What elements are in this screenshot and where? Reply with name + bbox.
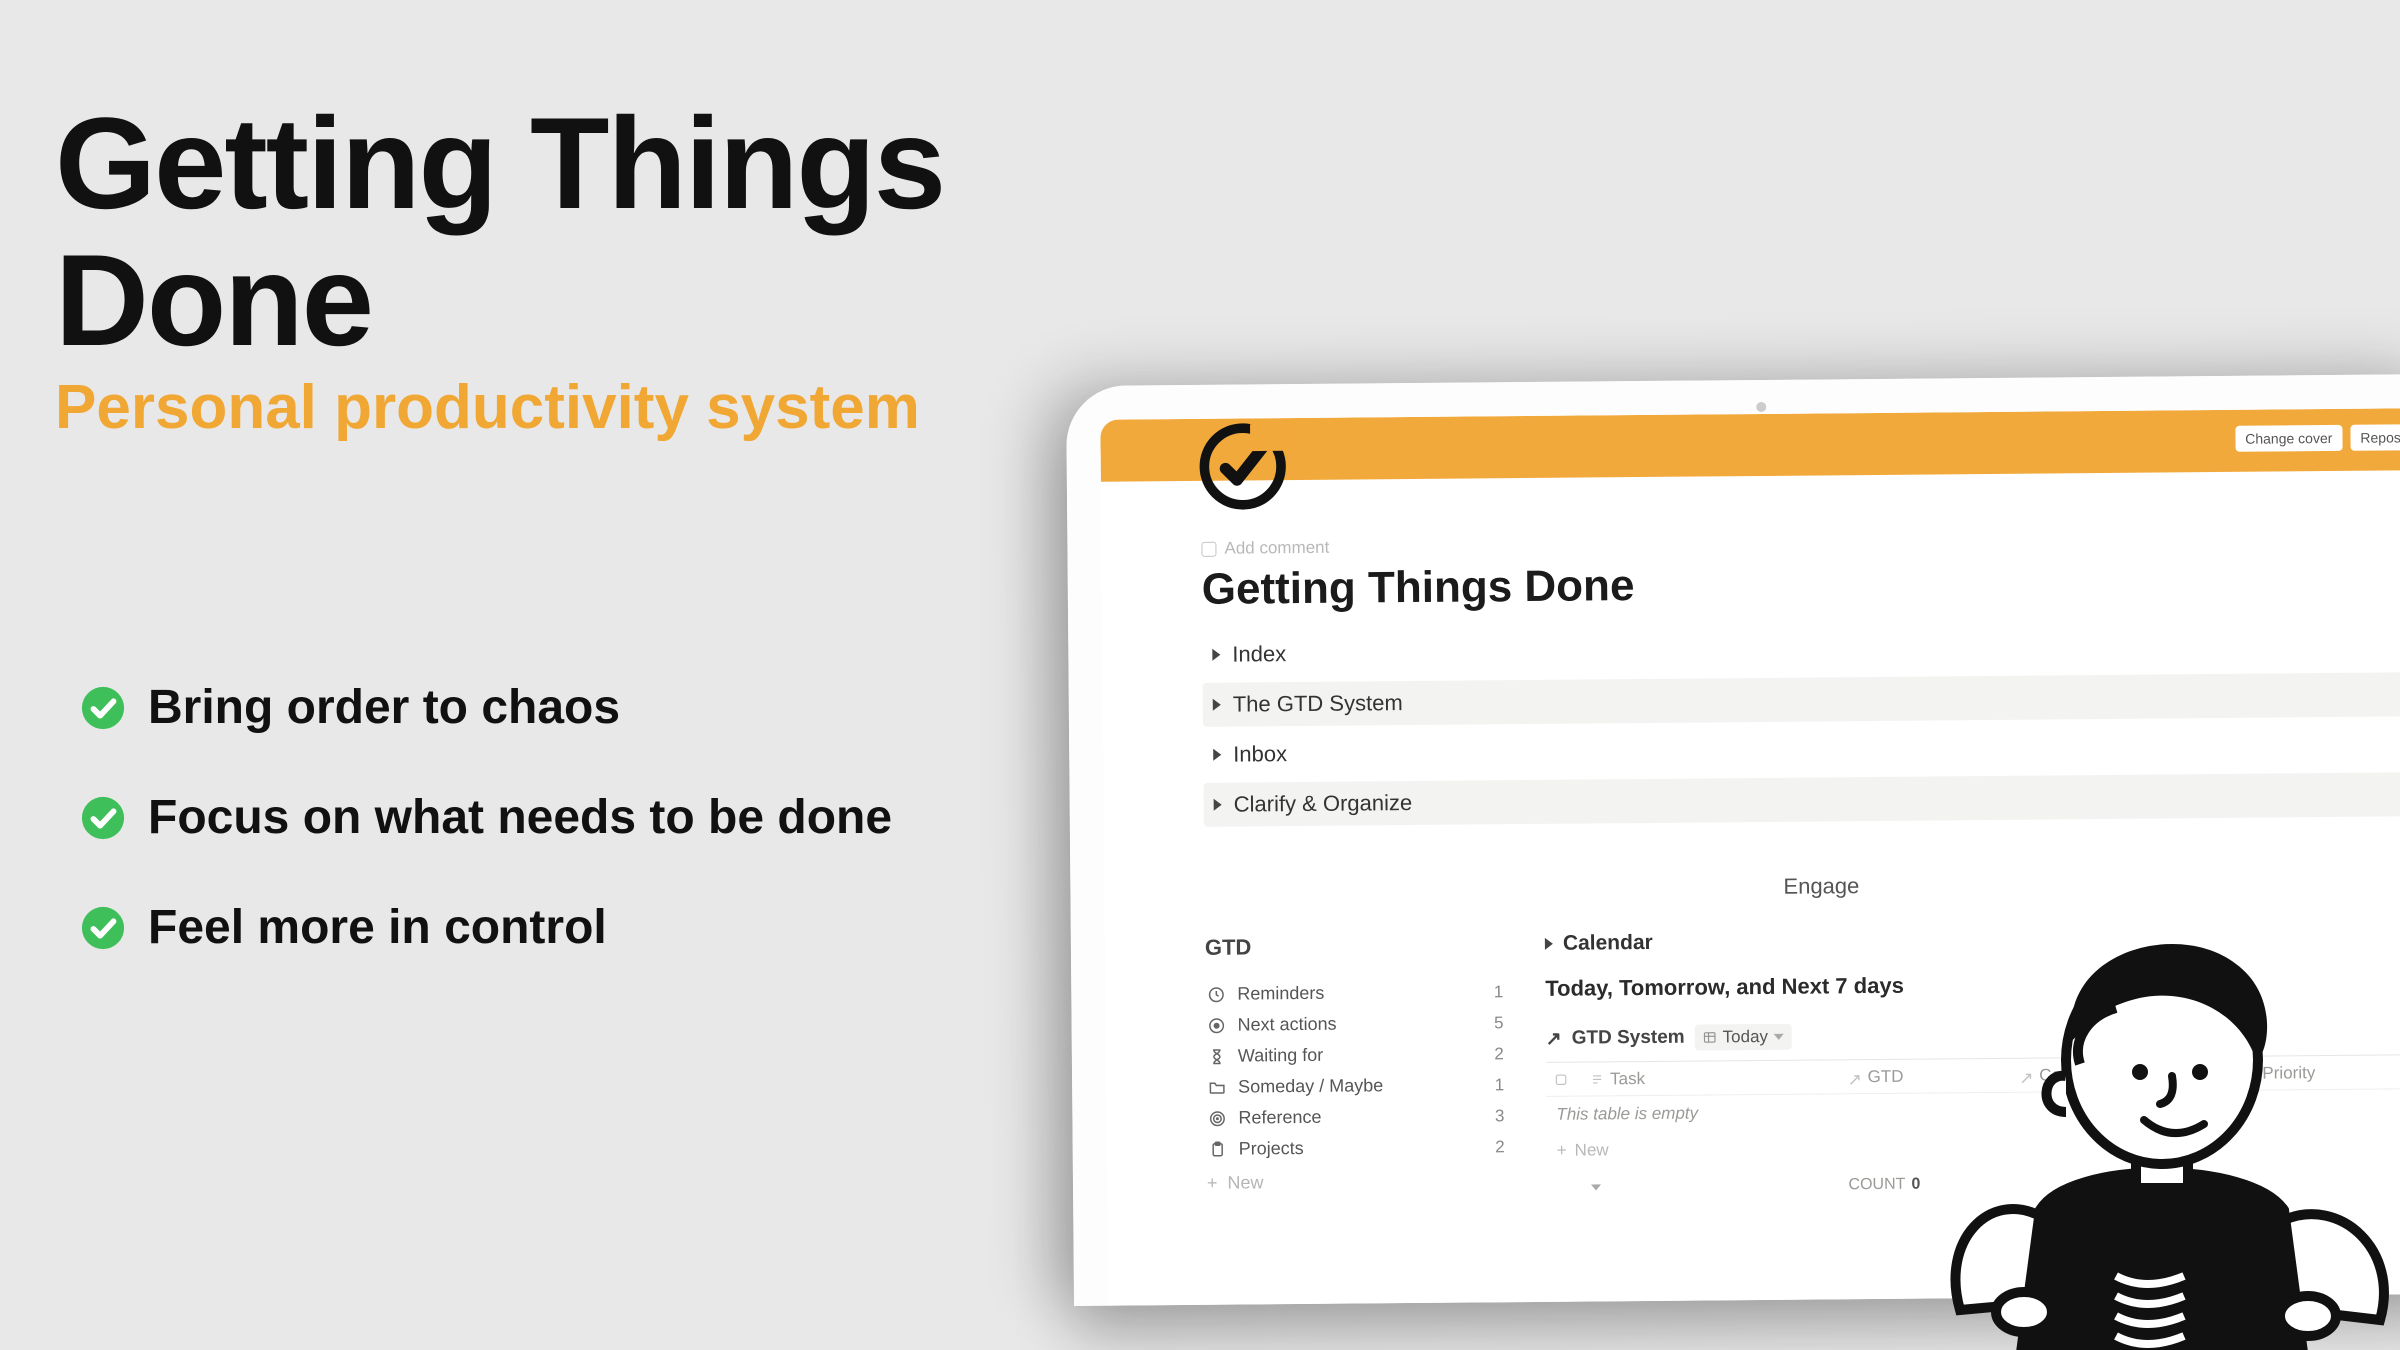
page-check-icon[interactable] [1196,420,1289,518]
change-cover-button[interactable]: Change cover [2235,425,2342,452]
toggle-inbox[interactable]: Inbox [1203,722,2400,777]
benefit-item: Feel more in control [80,900,892,955]
gtd-new-label: New [1227,1172,1263,1193]
gtd-someday-maybe[interactable]: Someday / Maybe 1 [1206,1069,1506,1103]
plus-icon: + [1207,1173,1218,1194]
benefit-text: Bring order to chaos [148,680,620,735]
caret-right-icon [1213,749,1221,761]
page-cover: Change cover Reposition [1100,408,2400,482]
gtd-reminders[interactable]: Reminders 1 [1205,976,1505,1010]
clipboard-icon [1209,1140,1227,1158]
chevron-down-icon [1774,1034,1784,1040]
table-new-label: New [1575,1140,1609,1160]
toggle-label: The GTD System [1233,690,1403,717]
col-task[interactable]: Task [1582,1061,1840,1095]
caret-right-icon [1212,649,1220,661]
gtd-label: Waiting for [1238,1045,1324,1067]
circle-dot-icon [1208,1016,1226,1034]
folder-icon [1208,1078,1226,1096]
gtd-reference[interactable]: Reference 3 [1206,1100,1506,1134]
gtd-count: 1 [1494,982,1504,1002]
caret-right-icon [1214,799,1222,811]
reposition-button[interactable]: Reposition [2350,424,2400,451]
add-comment-label: Add comment [1224,538,1329,559]
gtd-waiting-for[interactable]: Waiting for 2 [1206,1038,1506,1072]
toggle-list: Index The GTD System Inbox Clarify & Org… [1202,622,2400,827]
gtd-count: 3 [1495,1106,1505,1126]
gtd-count: 1 [1495,1075,1505,1095]
col-checkbox[interactable] [1546,1066,1582,1092]
plus-icon: + [1557,1141,1567,1161]
gtd-label: Projects [1239,1138,1304,1160]
toggle-label: Inbox [1233,741,1287,767]
benefit-item: Bring order to chaos [80,680,892,735]
gtd-sidebar: GTD Reminders 1 Next actions 5 [1205,932,1507,1204]
benefit-item: Focus on what needs to be done [80,790,892,845]
table-summary-selector[interactable] [1583,1172,1841,1200]
db-source[interactable]: GTD System [1572,1027,1685,1050]
comment-icon [1201,541,1216,556]
check-icon [80,905,126,951]
db-view-label: Today [1723,1027,1769,1047]
gtd-count: 5 [1494,1013,1504,1033]
toggle-gtd-system[interactable]: The GTD System [1203,672,2400,727]
table-icon [1703,1030,1717,1044]
gtd-count: 2 [1494,1044,1504,1064]
clock-icon [1207,985,1225,1003]
hero-subtitle: Personal productivity system [55,372,1155,443]
gtd-next-actions[interactable]: Next actions 5 [1205,1007,1505,1041]
gtd-label: Reference [1238,1107,1321,1129]
toggle-label: Index [1232,641,1286,667]
camera-icon [1756,402,1766,412]
toggle-index[interactable]: Index [1202,622,2400,677]
col-task-label: Task [1610,1069,1645,1089]
toggle-label: Clarify & Organize [1234,790,1413,818]
gtd-heading: GTD [1205,932,1505,961]
target-icon [1208,1109,1226,1127]
gtd-count: 2 [1495,1137,1505,1157]
hourglass-icon [1208,1047,1226,1065]
checkbox-icon [1554,1072,1568,1086]
link-icon: ↗ [1546,1027,1562,1050]
check-icon [80,685,126,731]
gtd-label: Someday / Maybe [1238,1075,1383,1097]
db-view-selector[interactable]: Today [1695,1024,1793,1051]
gtd-new-button[interactable]: + New [1207,1170,1507,1194]
benefit-text: Feel more in control [148,900,607,955]
toggle-clarify-organize[interactable]: Clarify & Organize [1203,772,2400,827]
benefit-text: Focus on what needs to be done [148,790,892,845]
chevron-down-icon [1591,1184,1601,1190]
gtd-label: Next actions [1238,1014,1337,1036]
caret-right-icon [1545,938,1553,950]
caret-right-icon [1213,699,1221,711]
hero-title: Getting Things Done [55,95,1155,368]
gtd-projects[interactable]: Projects 2 [1207,1131,1507,1165]
gtd-label: Reminders [1237,983,1324,1005]
relation-icon: ↗ [1848,1070,1862,1084]
calendar-toggle-label: Calendar [1563,931,1653,956]
check-icon [80,795,126,841]
add-comment-button[interactable]: Add comment [1201,528,2400,559]
page-title[interactable]: Getting Things Done [1202,554,2400,615]
character-illustration [1880,840,2400,1350]
text-icon [1590,1072,1604,1086]
benefits-list: Bring order to chaos Focus on what needs… [80,680,892,1010]
